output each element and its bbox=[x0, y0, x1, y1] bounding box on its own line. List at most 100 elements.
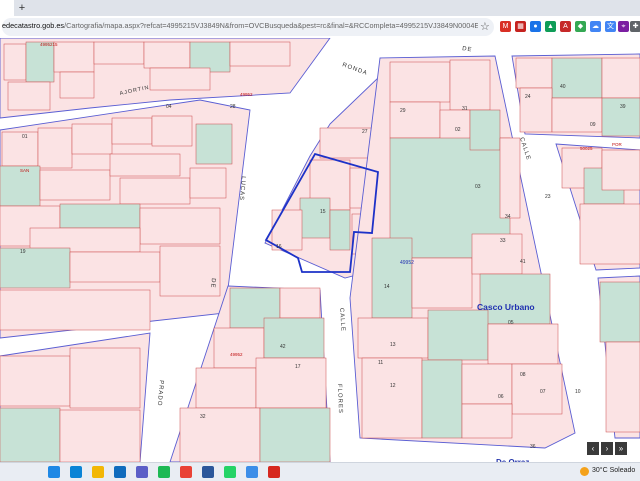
parcel-number: 07 bbox=[540, 389, 546, 395]
parcel[interactable] bbox=[59, 409, 141, 462]
patio bbox=[599, 281, 640, 343]
chrome-icon[interactable]: ● bbox=[530, 21, 541, 32]
weather-status[interactable]: 30°C Soleado bbox=[592, 467, 635, 474]
parcel[interactable] bbox=[195, 367, 257, 409]
parcel[interactable] bbox=[229, 41, 291, 67]
block-code-label: 49952 bbox=[400, 260, 414, 266]
parcel[interactable] bbox=[389, 61, 451, 103]
whatsapp-icon[interactable] bbox=[224, 466, 236, 478]
parcel[interactable] bbox=[601, 149, 640, 191]
parcel[interactable] bbox=[53, 41, 95, 73]
cadastral-code: POR bbox=[612, 142, 623, 147]
parcel[interactable] bbox=[109, 153, 181, 177]
gmail-icon[interactable]: M bbox=[500, 21, 511, 32]
patio bbox=[427, 309, 489, 361]
parcel[interactable] bbox=[601, 57, 640, 99]
pin-icon[interactable]: ⌖ bbox=[618, 21, 629, 32]
parcel-number: 05 bbox=[508, 320, 514, 326]
chat-icon[interactable] bbox=[246, 466, 258, 478]
cadastral-map[interactable]: RONDA DE AJORTIN CALLE CALLE FLORES LUCA… bbox=[0, 38, 640, 462]
patio bbox=[25, 41, 55, 83]
pdf-icon[interactable]: A bbox=[560, 21, 571, 32]
parcel[interactable] bbox=[159, 245, 221, 297]
drive-icon[interactable]: ▲ bbox=[545, 21, 556, 32]
parcel[interactable] bbox=[605, 341, 640, 433]
parcel[interactable] bbox=[69, 347, 141, 409]
extension-icon[interactable]: ✚ bbox=[630, 21, 640, 32]
parcel[interactable] bbox=[449, 59, 491, 111]
parcel[interactable] bbox=[499, 137, 521, 219]
parcel[interactable] bbox=[0, 355, 71, 407]
parcel[interactable] bbox=[439, 109, 471, 141]
block-top-right bbox=[511, 53, 640, 139]
parcel-number: 33 bbox=[500, 238, 506, 244]
map-nav-right-button[interactable]: › bbox=[601, 442, 613, 455]
parcel[interactable] bbox=[487, 323, 559, 365]
parcel[interactable] bbox=[461, 403, 513, 439]
active-tab[interactable] bbox=[0, 0, 14, 16]
outlook-icon[interactable] bbox=[114, 466, 126, 478]
parcel[interactable] bbox=[139, 207, 221, 245]
patio bbox=[259, 407, 331, 462]
parcel[interactable] bbox=[471, 233, 523, 275]
patio bbox=[371, 237, 413, 319]
parcel-number: 29 bbox=[400, 108, 406, 114]
parcel[interactable] bbox=[39, 169, 111, 201]
parcel[interactable] bbox=[1, 131, 39, 167]
parcel[interactable] bbox=[279, 287, 321, 319]
parcel[interactable] bbox=[119, 177, 191, 205]
parcel[interactable] bbox=[255, 357, 327, 409]
calendar-icon[interactable]: ▦ bbox=[515, 21, 526, 32]
parcel[interactable] bbox=[69, 251, 161, 283]
new-tab-button[interactable]: + bbox=[16, 1, 28, 15]
parcel[interactable] bbox=[361, 357, 423, 439]
parcel-number: 27 bbox=[362, 129, 368, 135]
parcel[interactable] bbox=[143, 41, 191, 69]
parcel[interactable] bbox=[389, 101, 441, 139]
parcel-number: 10 bbox=[575, 389, 581, 395]
parcel[interactable] bbox=[3, 43, 27, 81]
bookmark-star-icon[interactable]: ☆ bbox=[480, 20, 490, 34]
teams-icon[interactable] bbox=[136, 466, 148, 478]
parcel[interactable] bbox=[37, 127, 73, 169]
translate-icon[interactable]: 文 bbox=[605, 21, 616, 32]
parcel[interactable] bbox=[189, 167, 227, 199]
parcel[interactable] bbox=[357, 317, 429, 359]
parcel[interactable] bbox=[111, 117, 153, 145]
parcel-number: 12 bbox=[390, 383, 396, 389]
spotify-icon[interactable] bbox=[158, 466, 170, 478]
parcel[interactable] bbox=[149, 67, 211, 91]
parcel[interactable] bbox=[179, 407, 261, 462]
parcel[interactable] bbox=[93, 41, 145, 65]
parcel-number: 39 bbox=[620, 104, 626, 110]
parcel[interactable] bbox=[515, 57, 553, 89]
file-explorer-icon[interactable] bbox=[92, 466, 104, 478]
parcel-number: 11 bbox=[378, 360, 383, 366]
parcel[interactable] bbox=[461, 363, 513, 405]
browser-tab-strip: + bbox=[0, 0, 640, 16]
maps-icon[interactable]: ◆ bbox=[575, 21, 586, 32]
map-nav-left-button[interactable]: ‹ bbox=[587, 442, 599, 455]
parcel[interactable] bbox=[411, 257, 473, 309]
block-left bbox=[0, 99, 251, 339]
parcel[interactable] bbox=[71, 123, 113, 155]
map-canvas[interactable]: RONDA DE AJORTIN CALLE CALLE FLORES LUCA… bbox=[0, 38, 640, 462]
parcel-number: 28 bbox=[230, 104, 236, 110]
chrome-icon[interactable] bbox=[180, 466, 192, 478]
casco-urbano-label: Casco Urbano bbox=[477, 302, 535, 312]
parcel[interactable] bbox=[579, 203, 640, 265]
parcel-number: 42 bbox=[280, 344, 286, 350]
url-text[interactable]: edecatastro.gob.es/Cartografia/mapa.aspx… bbox=[2, 21, 478, 30]
parcel[interactable] bbox=[151, 115, 193, 147]
parcel[interactable] bbox=[59, 71, 95, 99]
windows-start-icon[interactable] bbox=[48, 466, 60, 478]
word-icon[interactable] bbox=[202, 466, 214, 478]
parcel[interactable] bbox=[7, 81, 51, 111]
address-bar[interactable]: edecatastro.gob.es/Cartografia/mapa.aspx… bbox=[2, 18, 494, 36]
parcel[interactable] bbox=[0, 289, 151, 331]
edge-icon[interactable] bbox=[70, 466, 82, 478]
acrobat-icon[interactable] bbox=[268, 466, 280, 478]
map-nav-next-button[interactable]: » bbox=[615, 442, 627, 455]
cloud-icon[interactable]: ☁ bbox=[590, 21, 601, 32]
patio bbox=[0, 407, 61, 462]
